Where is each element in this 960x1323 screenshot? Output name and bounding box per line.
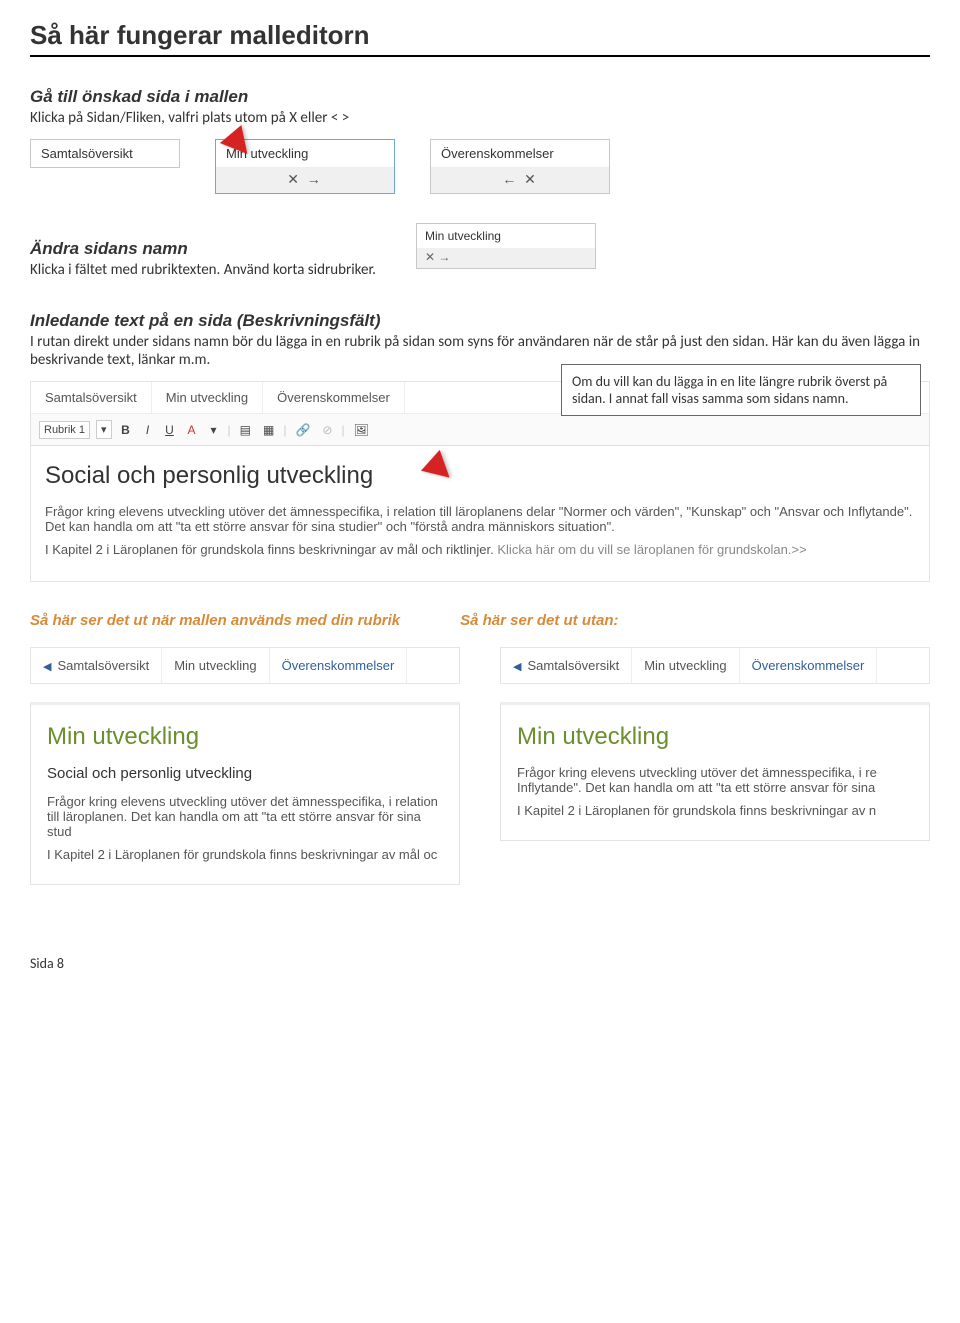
tab-label: Överenskommelser	[431, 140, 609, 168]
heading-select[interactable]: Rubrik 1	[39, 421, 90, 439]
compare-heading-without: Så här ser det ut utan:	[460, 612, 618, 629]
link-button[interactable]: 🔗	[292, 422, 313, 438]
bullet-list-button[interactable]: ▤	[237, 422, 254, 438]
tab-controls-icon[interactable]: ← ✕	[431, 168, 609, 193]
editor-tab[interactable]: Överenskommelser	[263, 382, 405, 413]
preview-text: Frågor kring elevens utveckling utöver d…	[517, 765, 913, 795]
section3-heading: Inledande text på en sida (Beskrivningsf…	[30, 311, 930, 331]
section1-text: Klicka på Sidan/Fliken, valfri plats uto…	[30, 109, 930, 127]
preview-text: Frågor kring elevens utveckling utöver d…	[47, 794, 443, 839]
preview-tabs: Samtalsöversikt Min utveckling Överensko…	[500, 647, 930, 684]
preview-without-rubrik: Samtalsöversikt Min utveckling Överensko…	[500, 647, 930, 885]
preview-tab[interactable]: Min utveckling	[162, 648, 269, 683]
preview-text: I Kapitel 2 i Läroplanen för grundskola …	[517, 803, 913, 818]
italic-button[interactable]: I	[140, 422, 156, 438]
preview-title: Min utveckling	[47, 723, 443, 751]
separator-icon: |	[341, 423, 344, 437]
rename-controls-icon[interactable]: ✕ →	[417, 248, 595, 268]
preview-tab[interactable]: Samtalsöversikt	[501, 648, 632, 683]
section1-heading: Gå till önskad sida i mallen	[30, 87, 930, 107]
editor-paragraph: I Kapitel 2 i Läroplanen för grundskola …	[45, 542, 915, 557]
section2-text: Klicka i fältet med rubriktexten. Använd…	[30, 261, 376, 279]
bold-button[interactable]: B	[118, 422, 134, 438]
preview-tab[interactable]: Samtalsöversikt	[31, 648, 162, 683]
tab-label: Samtalsöversikt	[31, 140, 179, 167]
editor-heading-text: Social och personlig utveckling	[45, 462, 915, 490]
preview-tab[interactable]: Min utveckling	[632, 648, 739, 683]
tabs-screenshot-1: Samtalsöversikt Min utveckling ✕ → Övere…	[30, 139, 930, 194]
preview-tab[interactable]: Överenskommelser	[270, 648, 408, 683]
editor-toolbar: Rubrik 1 ▾ B I U A ▾ | ▤ ▦ | 🔗 ⊘ | 🖼	[31, 414, 929, 446]
heading-select-caret-icon[interactable]: ▾	[96, 420, 112, 439]
editor-body[interactable]: Social och personlig utveckling Frågor k…	[31, 446, 929, 581]
number-list-button[interactable]: ▦	[260, 422, 277, 438]
editor-tab[interactable]: Samtalsöversikt	[31, 382, 152, 413]
page-footer: Sida 8	[30, 955, 930, 972]
rename-field-screenshot: Min utveckling ✕ →	[416, 223, 596, 269]
page-title: Så här fungerar malleditorn	[30, 20, 930, 57]
textcolor-caret-icon[interactable]: ▾	[206, 422, 222, 438]
image-button[interactable]: 🖼	[351, 422, 372, 438]
editor-paragraph: Frågor kring elevens utveckling utöver d…	[45, 504, 915, 534]
textcolor-button[interactable]: A	[184, 422, 200, 438]
info-callout: Om du vill kan du lägga in en lite längr…	[561, 364, 921, 416]
compare-heading-with: Så här ser det ut när mallen används med…	[30, 612, 400, 629]
separator-icon: |	[228, 423, 231, 437]
preview-card: Min utveckling Social och personlig utve…	[30, 702, 460, 885]
tab-overenskommelser[interactable]: Överenskommelser ← ✕	[430, 139, 610, 194]
unlink-button[interactable]: ⊘	[319, 422, 335, 438]
editor-link[interactable]: Klicka här om du vill se läroplanen för …	[497, 542, 806, 557]
preview-subtitle: Social och personlig utveckling	[47, 765, 443, 782]
preview-with-rubrik: Samtalsöversikt Min utveckling Överensko…	[30, 647, 460, 885]
preview-tabs: Samtalsöversikt Min utveckling Överensko…	[30, 647, 460, 684]
tab-samtalsoversikt[interactable]: Samtalsöversikt	[30, 139, 180, 168]
separator-icon: |	[283, 423, 286, 437]
preview-title: Min utveckling	[517, 723, 913, 751]
editor-text: I Kapitel 2 i Läroplanen för grundskola …	[45, 542, 494, 557]
preview-card: Min utveckling Frågor kring elevens utve…	[500, 702, 930, 841]
section2-heading: Ändra sidans namn	[30, 239, 376, 259]
editor-tab[interactable]: Min utveckling	[152, 382, 263, 413]
preview-text: I Kapitel 2 i Läroplanen för grundskola …	[47, 847, 443, 862]
editor-screenshot: Om du vill kan du lägga in en lite längr…	[30, 381, 930, 582]
underline-button[interactable]: U	[162, 422, 178, 438]
rename-input[interactable]: Min utveckling	[417, 224, 595, 248]
tab-controls-icon[interactable]: ✕ →	[216, 168, 394, 193]
preview-tab[interactable]: Överenskommelser	[740, 648, 878, 683]
